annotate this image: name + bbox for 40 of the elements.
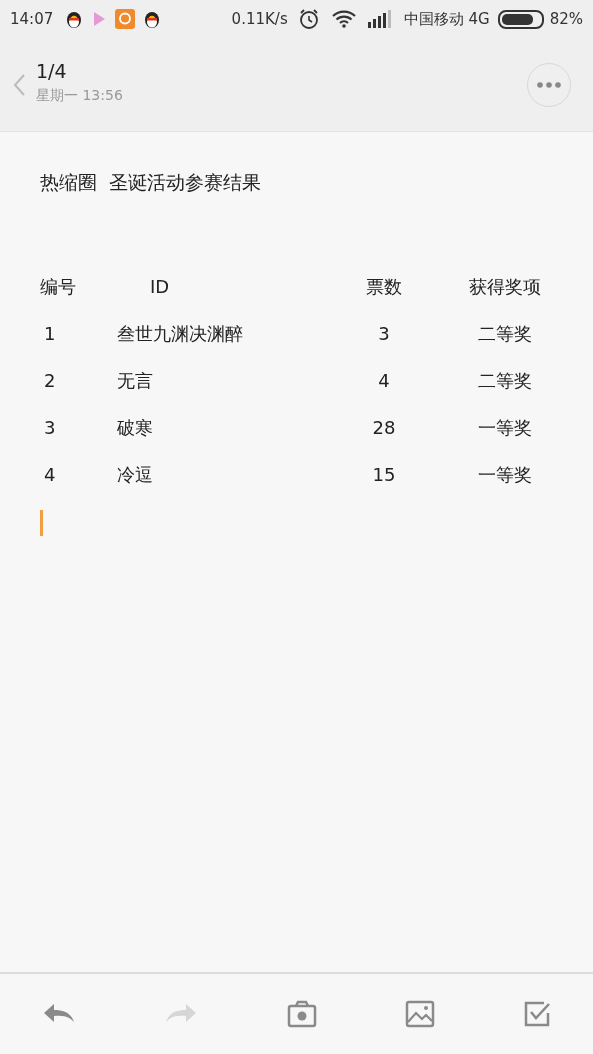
table-cell-text: 叁世九渊决渊醉: [117, 321, 244, 346]
column-header: 编号: [40, 274, 77, 299]
table-cell-text: 二等奖: [476, 321, 533, 346]
table-cell-text: 2: [43, 368, 57, 393]
table-cell-text: 4: [43, 462, 57, 487]
table-cell-text: 28: [371, 415, 397, 440]
table-cell-text: 无言: [117, 368, 154, 393]
table-cell-text: 一等奖: [476, 415, 533, 440]
penguin-icon: [143, 9, 162, 29]
clock-time: 14:07: [10, 8, 54, 30]
penguin-icon: [65, 9, 84, 29]
column-header: ID: [149, 274, 171, 299]
text-cursor: [40, 509, 43, 536]
wifi-icon: [331, 10, 356, 28]
signal-icon: [367, 10, 392, 28]
camera-icon[interactable]: [286, 1000, 317, 1028]
column-header: 获得奖项: [467, 274, 542, 299]
table-cell-text: 4: [377, 368, 391, 393]
back-icon[interactable]: [12, 72, 26, 97]
table-cell-text: 二等奖: [476, 368, 533, 393]
table-cell-text: 3: [43, 415, 57, 440]
network-speed: 0.11K/s: [231, 8, 288, 30]
table-cell-text: 1: [43, 321, 57, 346]
note-title: 热缩圈 圣诞活动参赛结果: [40, 170, 263, 195]
table-cell-text: 15: [371, 462, 397, 487]
alarm-icon: [297, 8, 320, 30]
table-cell-text: 3: [377, 321, 391, 346]
carrier-label: 中国移动 4G: [403, 8, 490, 30]
table-cell-text: 破寒: [117, 415, 154, 440]
chat-icon: [115, 9, 136, 29]
battery-icon: [497, 9, 544, 29]
note-date: 星期一 13:56: [36, 86, 123, 106]
more-icon: [537, 81, 561, 88]
battery-percent: 82%: [549, 8, 583, 30]
page-counter: 1/4: [36, 58, 68, 84]
column-header: 票数: [365, 274, 403, 299]
table-cell-text: 冷逗: [117, 462, 154, 487]
checkbox-icon[interactable]: [523, 1000, 551, 1028]
table-cell-text: 一等奖: [476, 462, 533, 487]
image-icon[interactable]: [404, 1000, 435, 1028]
